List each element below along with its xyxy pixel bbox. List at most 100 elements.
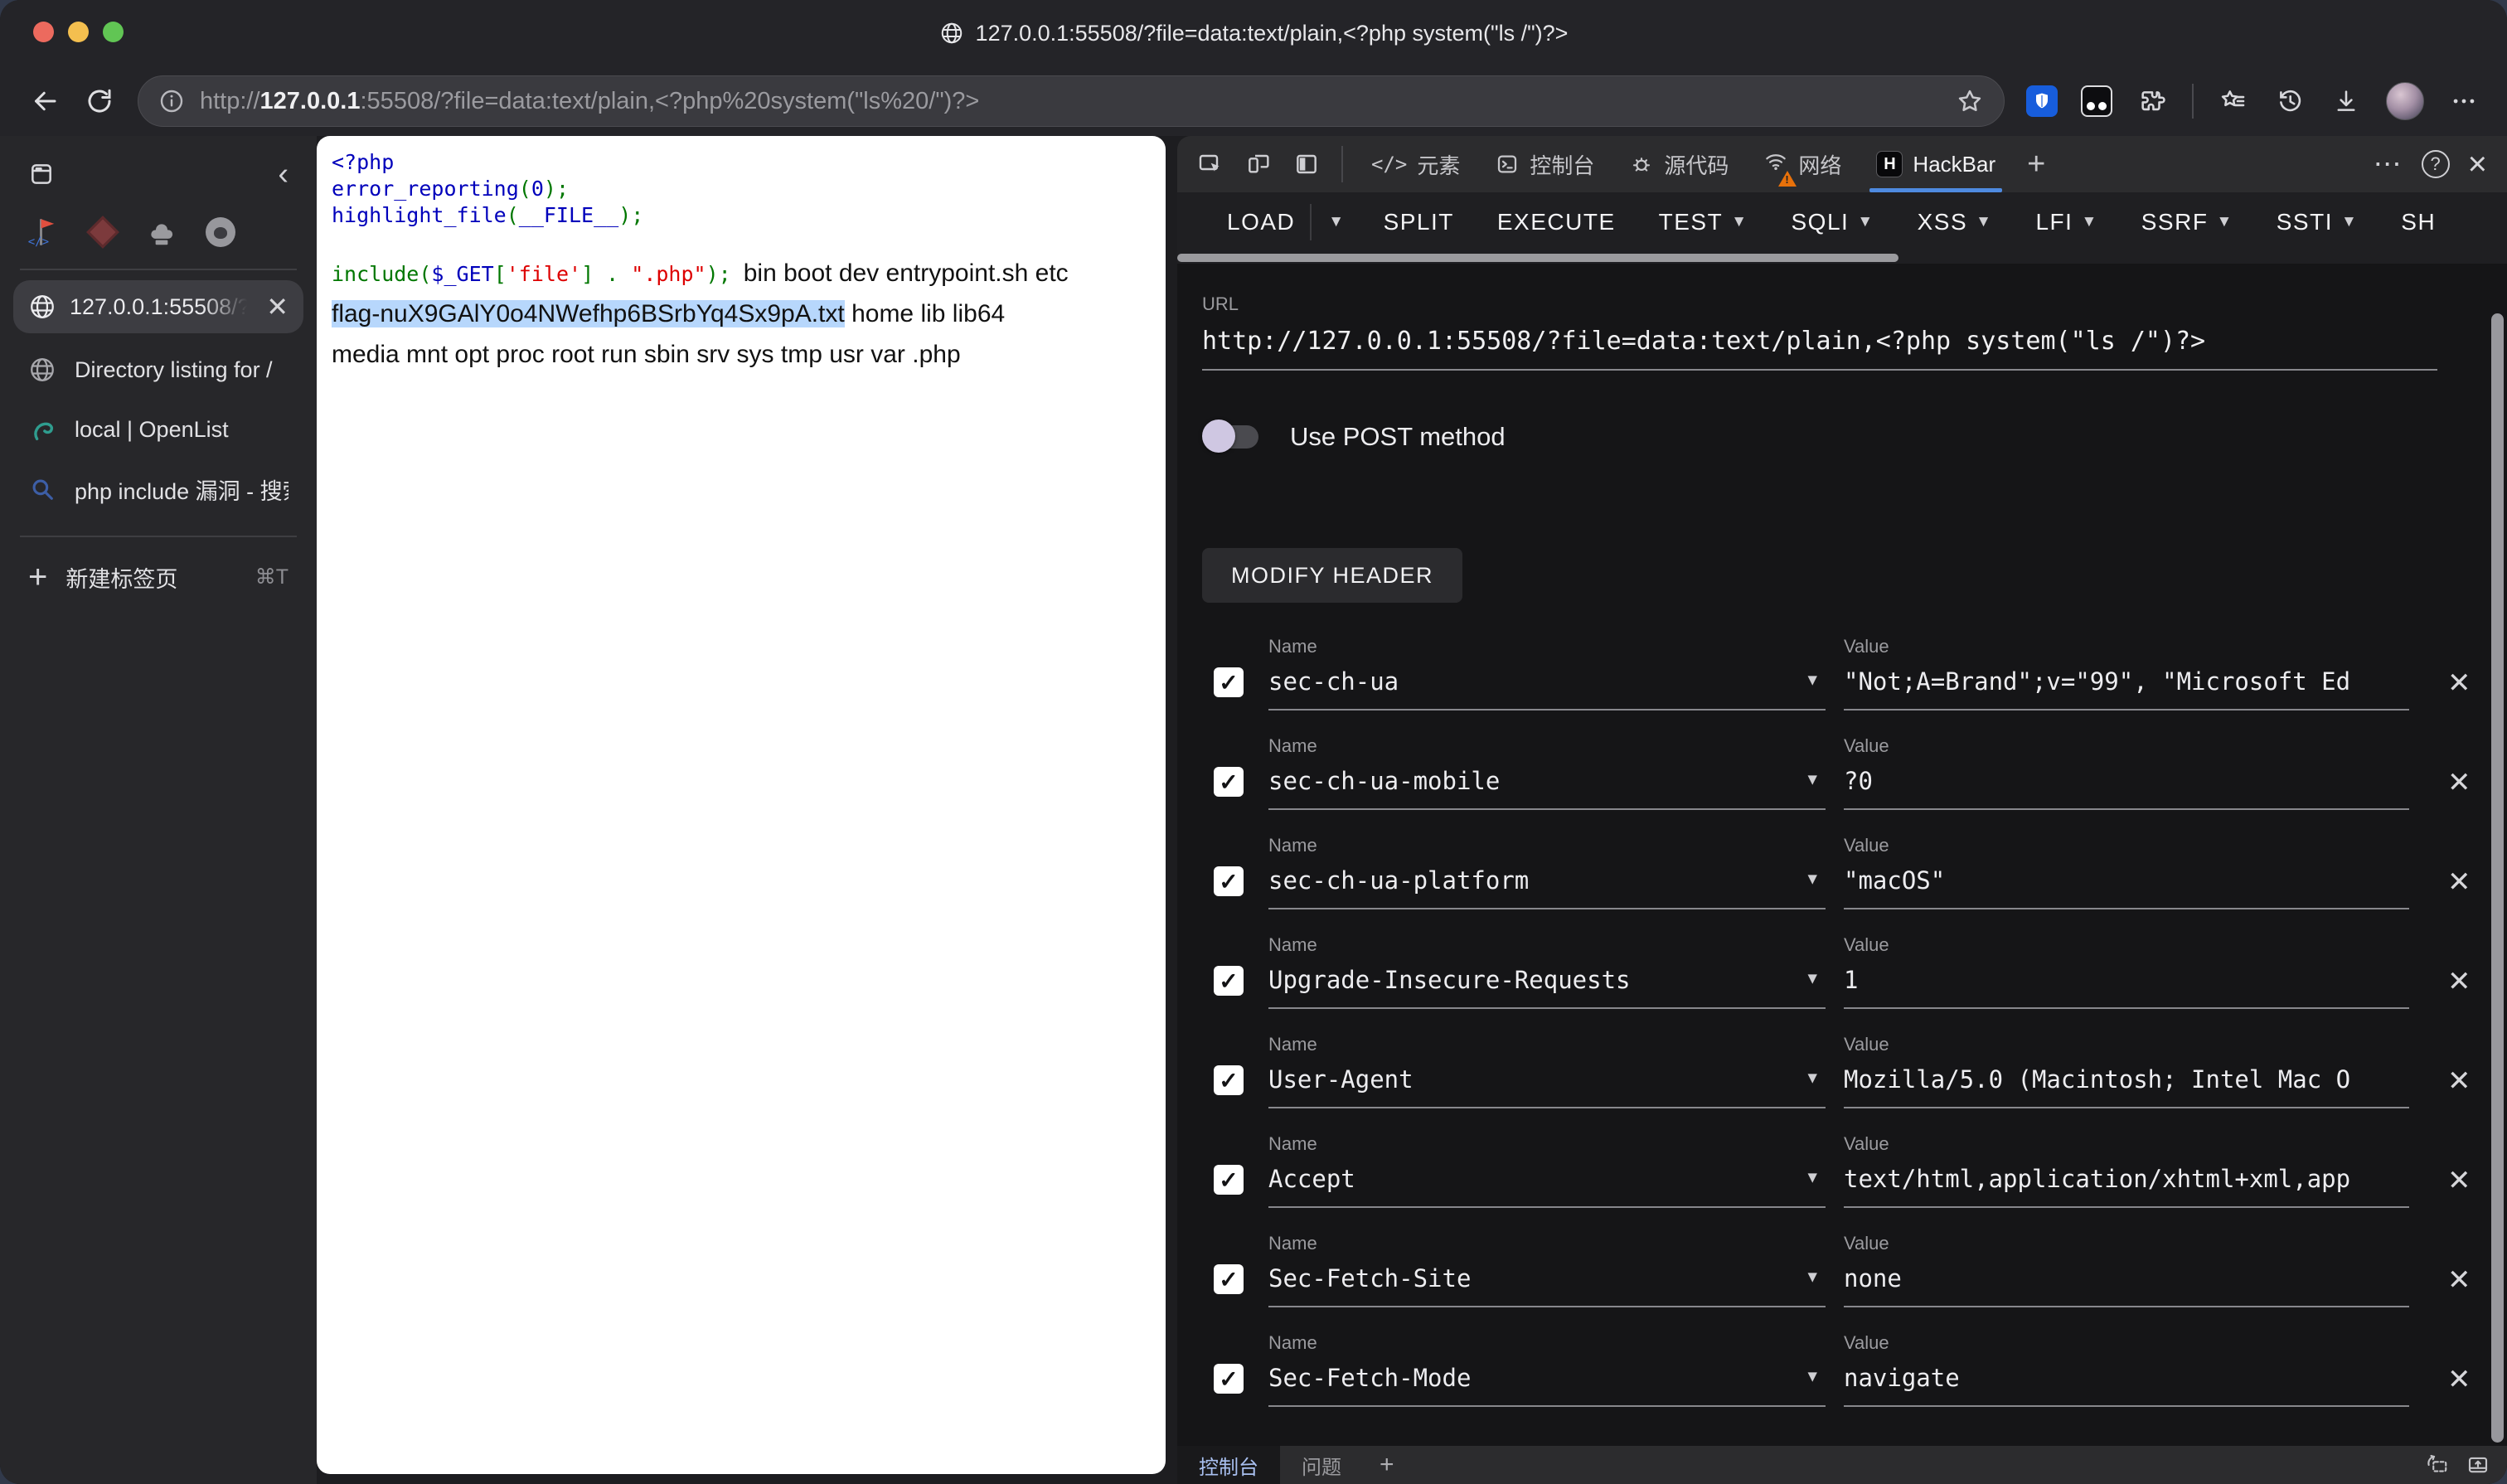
url-field-value[interactable]: http://127.0.0.1:55508/?file=data:text/p… xyxy=(1202,327,2437,371)
profile-avatar[interactable] xyxy=(2386,82,2424,120)
header-name-field[interactable]: Name sec-ch-ua-platform▼ xyxy=(1268,835,1826,909)
header-value-field[interactable]: Value none xyxy=(1844,1233,2409,1307)
header-value-value[interactable]: 1 xyxy=(1844,966,1858,994)
header-name-field[interactable]: Name Accept▼ xyxy=(1268,1133,1826,1208)
chevron-down-icon[interactable]: ▼ xyxy=(1808,770,1817,788)
xss-menu-button[interactable]: XSS▼ xyxy=(1896,192,2015,252)
inspect-element-button[interactable] xyxy=(1189,143,1232,186)
chevron-down-icon[interactable]: ▼ xyxy=(1808,870,1817,888)
close-tab-icon[interactable]: ✕ xyxy=(266,291,289,323)
close-devtools-icon[interactable]: × xyxy=(2468,148,2487,181)
extensions-button[interactable] xyxy=(2136,85,2169,118)
devtools-vertical-scrollbar[interactable] xyxy=(2491,313,2504,1443)
header-name-value[interactable]: sec-ch-ua-platform xyxy=(1268,866,1529,895)
info-icon[interactable] xyxy=(158,88,185,114)
header-name-value[interactable]: Sec-Fetch-Site xyxy=(1268,1264,1471,1292)
split-button[interactable]: SPLIT xyxy=(1362,192,1476,252)
help-icon[interactable]: ? xyxy=(2422,150,2450,178)
header-enabled-checkbox[interactable]: ✓ xyxy=(1214,1364,1244,1394)
header-enabled-checkbox[interactable]: ✓ xyxy=(1214,1264,1244,1294)
reload-button[interactable] xyxy=(76,78,123,124)
modify-header-button[interactable]: MODIFY HEADER xyxy=(1202,548,1462,603)
header-enabled-checkbox[interactable]: ✓ xyxy=(1214,667,1244,697)
sqli-menu-button[interactable]: SQLI▼ xyxy=(1770,192,1896,252)
chevron-down-icon[interactable]: ▼ xyxy=(1808,1367,1817,1385)
dock-side-button[interactable] xyxy=(1285,143,1328,186)
address-bar-url[interactable]: http://127.0.0.1:55508/?file=data:text/p… xyxy=(200,88,1941,115)
flag-filename-selected[interactable]: flag-nuX9GAlY0o4NWefhp6BSrbYq4Sx9pA.txt xyxy=(332,300,845,327)
tab-php-include-search[interactable]: php include 漏洞 - 搜索 xyxy=(0,459,317,519)
chevron-down-icon[interactable]: ▼ xyxy=(1808,1069,1817,1087)
chevron-down-icon[interactable]: ▼ xyxy=(1808,1268,1817,1286)
header-name-value[interactable]: sec-ch-ua xyxy=(1268,667,1399,696)
device-toolbar-button[interactable] xyxy=(1237,143,1280,186)
more-tabs-button[interactable]: + xyxy=(2015,147,2057,182)
header-name-value[interactable]: User-Agent xyxy=(1268,1065,1414,1094)
tab-directory-listing[interactable]: Directory listing for / xyxy=(0,340,317,400)
shell-menu-button-clipped[interactable]: SH xyxy=(2379,192,2457,252)
collapse-sidebar-button[interactable]: ‹ xyxy=(278,158,289,190)
header-name-field[interactable]: Name User-Agent▼ xyxy=(1268,1034,1826,1108)
chevron-down-icon[interactable]: ▼ xyxy=(1808,671,1817,689)
delete-header-icon[interactable]: ✕ xyxy=(2447,669,2471,697)
header-value-value[interactable]: text/html,application/xhtml+xml,app xyxy=(1844,1165,2350,1193)
load-button[interactable]: LOAD xyxy=(1205,192,1310,252)
delete-header-icon[interactable]: ✕ xyxy=(2447,1266,2471,1294)
header-name-field[interactable]: Name Sec-Fetch-Mode▼ xyxy=(1268,1332,1826,1407)
header-value-field[interactable]: Value text/html,application/xhtml+xml,ap… xyxy=(1844,1133,2409,1208)
header-name-value[interactable]: Sec-Fetch-Mode xyxy=(1268,1364,1471,1392)
drawer-more-tools-button[interactable]: + xyxy=(1363,1446,1411,1484)
header-value-field[interactable]: Value Mozilla/5.0 (Macintosh; Intel Mac … xyxy=(1844,1034,2409,1108)
github-favicon[interactable] xyxy=(203,215,238,250)
header-value-value[interactable]: ?0 xyxy=(1844,767,1873,795)
header-value-value[interactable]: "Not;A=Brand";v="99", "Microsoft Ed xyxy=(1844,667,2350,696)
minimize-window-button[interactable] xyxy=(68,22,89,42)
rotate-device-icon[interactable] xyxy=(2424,1452,2449,1477)
tab-sources[interactable]: 源代码 xyxy=(1614,136,1743,192)
test-menu-button[interactable]: TEST▼ xyxy=(1637,192,1770,252)
header-value-field[interactable]: Value "macOS" xyxy=(1844,835,2409,909)
drawer-tab-console[interactable]: 控制台 xyxy=(1177,1446,1280,1484)
header-name-value[interactable]: sec-ch-ua-mobile xyxy=(1268,767,1500,795)
header-name-field[interactable]: Name sec-ch-ua▼ xyxy=(1268,636,1826,710)
delete-header-icon[interactable]: ✕ xyxy=(2447,1166,2471,1195)
header-value-field[interactable]: Value navigate xyxy=(1844,1332,2409,1407)
tab-network[interactable]: 网络 xyxy=(1748,136,1856,192)
header-enabled-checkbox[interactable]: ✓ xyxy=(1214,966,1244,996)
header-enabled-checkbox[interactable]: ✓ xyxy=(1214,866,1244,896)
scrollbar-thumb[interactable] xyxy=(1177,254,1898,262)
chevron-down-icon[interactable]: ▼ xyxy=(1808,969,1817,987)
execute-button[interactable]: EXECUTE xyxy=(1476,192,1637,252)
cyberchef-favicon[interactable] xyxy=(144,215,179,250)
use-post-toggle[interactable] xyxy=(1202,424,1262,449)
lfi-menu-button[interactable]: LFI▼ xyxy=(2014,192,2119,252)
tab-elements[interactable]: </> 元素 xyxy=(1356,136,1475,192)
header-value-value[interactable]: navigate xyxy=(1844,1364,1960,1392)
address-bar[interactable]: http://127.0.0.1:55508/?file=data:text/p… xyxy=(138,75,2005,127)
delete-header-icon[interactable]: ✕ xyxy=(2447,968,2471,996)
diamond-favicon[interactable] xyxy=(85,215,120,250)
downloads-button[interactable] xyxy=(2330,85,2363,118)
header-value-value[interactable]: Mozilla/5.0 (Macintosh; Intel Mac O xyxy=(1844,1065,2350,1094)
drawer-tab-issues[interactable]: 问题 xyxy=(1280,1446,1363,1484)
header-enabled-checkbox[interactable]: ✓ xyxy=(1214,1065,1244,1095)
tab-hackbar[interactable]: H HackBar xyxy=(1861,136,2010,192)
ctf-favicon[interactable]: </> xyxy=(27,215,61,250)
tab-openlist[interactable]: local | OpenList xyxy=(0,400,317,459)
header-value-field[interactable]: Value ?0 xyxy=(1844,735,2409,810)
expand-drawer-icon[interactable] xyxy=(2466,1452,2490,1477)
devtools-more-icon[interactable]: ⋯ xyxy=(2374,148,2403,181)
url-field[interactable]: URL http://127.0.0.1:55508/?file=data:te… xyxy=(1202,293,2437,371)
delete-header-icon[interactable]: ✕ xyxy=(2447,1365,2471,1394)
ssti-menu-button[interactable]: SSTI▼ xyxy=(2255,192,2380,252)
tab-console[interactable]: 控制台 xyxy=(1480,136,1609,192)
header-name-value[interactable]: Upgrade-Insecure-Requests xyxy=(1268,966,1631,994)
load-dropdown-button[interactable]: ▼ xyxy=(1312,192,1361,252)
header-name-value[interactable]: Accept xyxy=(1268,1165,1355,1193)
zoom-window-button[interactable] xyxy=(103,22,124,42)
settings-more-button[interactable] xyxy=(2447,85,2480,118)
delete-header-icon[interactable]: ✕ xyxy=(2447,769,2471,797)
new-tab-button[interactable]: + 新建标签页 ⌘T xyxy=(0,547,317,607)
header-enabled-checkbox[interactable]: ✓ xyxy=(1214,767,1244,797)
header-name-field[interactable]: Name sec-ch-ua-mobile▼ xyxy=(1268,735,1826,810)
